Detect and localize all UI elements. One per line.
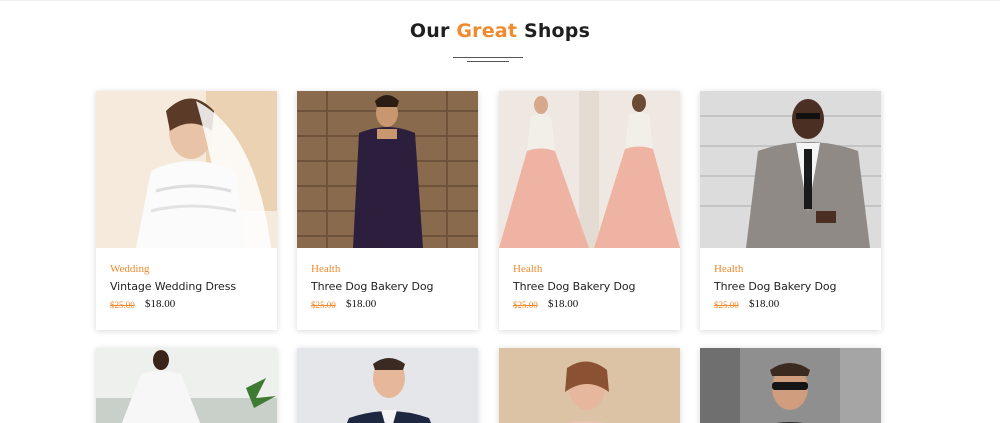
product-price: $18.00 — [346, 298, 377, 310]
top-border — [0, 0, 1000, 1]
product-card[interactable]: Wedding Vintage Wedding Dress $25.00 $18… — [96, 91, 277, 330]
product-image[interactable] — [700, 348, 881, 423]
product-name[interactable]: Three Dog Bakery Dog — [311, 280, 434, 293]
product-old-price: $25.00 — [714, 300, 739, 310]
product-name[interactable]: Three Dog Bakery Dog — [714, 280, 837, 293]
section-title-accent: Great — [456, 20, 518, 42]
product-price: $18.00 — [145, 298, 176, 310]
product-image[interactable] — [96, 91, 277, 248]
product-old-price: $25.00 — [110, 300, 135, 310]
section-title-pre: Our — [409, 20, 450, 42]
product-card[interactable]: Health Three Dog Bakery Dog $25.00 $18.0… — [297, 91, 478, 330]
product-image[interactable] — [96, 348, 277, 423]
product-card[interactable] — [96, 348, 277, 423]
product-image[interactable] — [297, 348, 478, 423]
product-image[interactable] — [499, 348, 680, 423]
product-category[interactable]: Health — [513, 263, 542, 275]
product-image[interactable] — [700, 91, 881, 248]
product-category[interactable]: Health — [311, 263, 340, 275]
product-name[interactable]: Vintage Wedding Dress — [110, 280, 236, 293]
product-category[interactable]: Health — [714, 263, 743, 275]
section-title-post: Shops — [523, 20, 591, 42]
product-old-price: $25.00 — [513, 300, 538, 310]
product-image[interactable] — [499, 91, 680, 248]
product-price: $18.00 — [749, 298, 780, 310]
product-card[interactable]: Health Three Dog Bakery Dog $25.00 $18.0… — [700, 91, 881, 330]
title-divider-long — [453, 57, 523, 58]
product-old-price: $25.00 — [311, 300, 336, 310]
product-price: $18.00 — [548, 298, 579, 310]
product-category[interactable]: Wedding — [110, 263, 149, 275]
product-name[interactable]: Three Dog Bakery Dog — [513, 280, 636, 293]
product-image[interactable] — [297, 91, 478, 248]
product-card[interactable]: Health Three Dog Bakery Dog $25.00 $18.0… — [499, 91, 680, 330]
title-divider-short — [467, 61, 509, 62]
section-title: Our Great Shops — [0, 20, 1000, 42]
product-card[interactable] — [499, 348, 680, 423]
product-card[interactable] — [297, 348, 478, 423]
product-card[interactable] — [700, 348, 881, 423]
